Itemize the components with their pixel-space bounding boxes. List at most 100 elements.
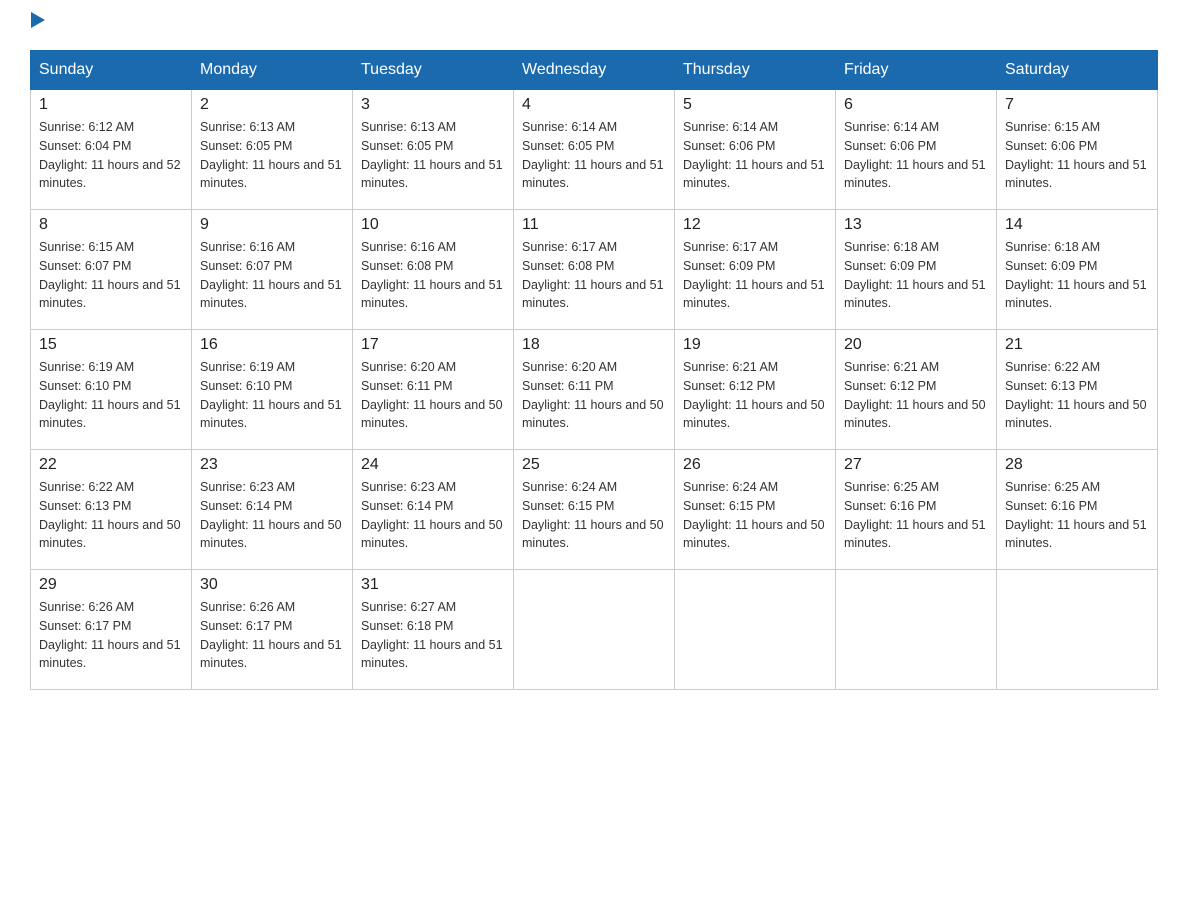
sunrise-text: Sunrise: 6:14 AM bbox=[683, 120, 778, 134]
sunrise-text: Sunrise: 6:21 AM bbox=[844, 360, 939, 374]
day-info: Sunrise: 6:19 AM Sunset: 6:10 PM Dayligh… bbox=[39, 358, 183, 433]
daylight-text: Daylight: 11 hours and 51 minutes. bbox=[1005, 158, 1147, 191]
day-info: Sunrise: 6:18 AM Sunset: 6:09 PM Dayligh… bbox=[844, 238, 988, 313]
sunset-text: Sunset: 6:04 PM bbox=[39, 139, 131, 153]
sunset-text: Sunset: 6:11 PM bbox=[522, 379, 614, 393]
daylight-text: Daylight: 11 hours and 51 minutes. bbox=[844, 518, 986, 551]
column-header-saturday: Saturday bbox=[997, 51, 1158, 90]
sunrise-text: Sunrise: 6:15 AM bbox=[1005, 120, 1100, 134]
day-info: Sunrise: 6:16 AM Sunset: 6:08 PM Dayligh… bbox=[361, 238, 505, 313]
day-number: 27 bbox=[844, 456, 988, 474]
calendar-day-cell: 19 Sunrise: 6:21 AM Sunset: 6:12 PM Dayl… bbox=[675, 330, 836, 450]
daylight-text: Daylight: 11 hours and 51 minutes. bbox=[522, 278, 664, 311]
day-info: Sunrise: 6:23 AM Sunset: 6:14 PM Dayligh… bbox=[361, 478, 505, 553]
daylight-text: Daylight: 11 hours and 50 minutes. bbox=[683, 518, 825, 551]
day-info: Sunrise: 6:19 AM Sunset: 6:10 PM Dayligh… bbox=[200, 358, 344, 433]
day-info: Sunrise: 6:27 AM Sunset: 6:18 PM Dayligh… bbox=[361, 598, 505, 673]
sunrise-text: Sunrise: 6:17 AM bbox=[683, 240, 778, 254]
calendar-day-cell: 10 Sunrise: 6:16 AM Sunset: 6:08 PM Dayl… bbox=[353, 210, 514, 330]
day-number: 13 bbox=[844, 216, 988, 234]
daylight-text: Daylight: 11 hours and 51 minutes. bbox=[39, 398, 181, 431]
day-number: 26 bbox=[683, 456, 827, 474]
calendar-day-cell: 23 Sunrise: 6:23 AM Sunset: 6:14 PM Dayl… bbox=[192, 450, 353, 570]
calendar-day-cell: 25 Sunrise: 6:24 AM Sunset: 6:15 PM Dayl… bbox=[514, 450, 675, 570]
day-info: Sunrise: 6:13 AM Sunset: 6:05 PM Dayligh… bbox=[361, 118, 505, 193]
calendar-day-cell: 24 Sunrise: 6:23 AM Sunset: 6:14 PM Dayl… bbox=[353, 450, 514, 570]
sunrise-text: Sunrise: 6:13 AM bbox=[200, 120, 295, 134]
day-info: Sunrise: 6:25 AM Sunset: 6:16 PM Dayligh… bbox=[1005, 478, 1149, 553]
day-info: Sunrise: 6:25 AM Sunset: 6:16 PM Dayligh… bbox=[844, 478, 988, 553]
calendar-week-row: 29 Sunrise: 6:26 AM Sunset: 6:17 PM Dayl… bbox=[31, 570, 1158, 690]
day-number: 29 bbox=[39, 576, 183, 594]
day-info: Sunrise: 6:23 AM Sunset: 6:14 PM Dayligh… bbox=[200, 478, 344, 553]
day-info: Sunrise: 6:17 AM Sunset: 6:09 PM Dayligh… bbox=[683, 238, 827, 313]
day-number: 10 bbox=[361, 216, 505, 234]
daylight-text: Daylight: 11 hours and 51 minutes. bbox=[39, 278, 181, 311]
day-info: Sunrise: 6:13 AM Sunset: 6:05 PM Dayligh… bbox=[200, 118, 344, 193]
sunset-text: Sunset: 6:05 PM bbox=[522, 139, 614, 153]
day-number: 20 bbox=[844, 336, 988, 354]
daylight-text: Daylight: 11 hours and 51 minutes. bbox=[200, 638, 342, 671]
day-number: 2 bbox=[200, 96, 344, 114]
calendar-table: SundayMondayTuesdayWednesdayThursdayFrid… bbox=[30, 50, 1158, 690]
day-info: Sunrise: 6:21 AM Sunset: 6:12 PM Dayligh… bbox=[844, 358, 988, 433]
day-number: 14 bbox=[1005, 216, 1149, 234]
sunrise-text: Sunrise: 6:21 AM bbox=[683, 360, 778, 374]
daylight-text: Daylight: 11 hours and 51 minutes. bbox=[361, 278, 503, 311]
sunset-text: Sunset: 6:09 PM bbox=[683, 259, 775, 273]
calendar-day-cell: 14 Sunrise: 6:18 AM Sunset: 6:09 PM Dayl… bbox=[997, 210, 1158, 330]
column-header-tuesday: Tuesday bbox=[353, 51, 514, 90]
calendar-day-cell bbox=[514, 570, 675, 690]
sunrise-text: Sunrise: 6:18 AM bbox=[1005, 240, 1100, 254]
sunset-text: Sunset: 6:09 PM bbox=[844, 259, 936, 273]
calendar-day-cell: 29 Sunrise: 6:26 AM Sunset: 6:17 PM Dayl… bbox=[31, 570, 192, 690]
sunset-text: Sunset: 6:07 PM bbox=[200, 259, 292, 273]
day-info: Sunrise: 6:20 AM Sunset: 6:11 PM Dayligh… bbox=[522, 358, 666, 433]
day-info: Sunrise: 6:26 AM Sunset: 6:17 PM Dayligh… bbox=[200, 598, 344, 673]
daylight-text: Daylight: 11 hours and 50 minutes. bbox=[844, 398, 986, 431]
calendar-day-cell: 30 Sunrise: 6:26 AM Sunset: 6:17 PM Dayl… bbox=[192, 570, 353, 690]
day-number: 22 bbox=[39, 456, 183, 474]
day-number: 30 bbox=[200, 576, 344, 594]
sunrise-text: Sunrise: 6:15 AM bbox=[39, 240, 134, 254]
day-number: 31 bbox=[361, 576, 505, 594]
sunrise-text: Sunrise: 6:22 AM bbox=[1005, 360, 1100, 374]
daylight-text: Daylight: 11 hours and 52 minutes. bbox=[39, 158, 181, 191]
sunset-text: Sunset: 6:17 PM bbox=[200, 619, 292, 633]
daylight-text: Daylight: 11 hours and 51 minutes. bbox=[39, 638, 181, 671]
daylight-text: Daylight: 11 hours and 51 minutes. bbox=[200, 158, 342, 191]
sunset-text: Sunset: 6:17 PM bbox=[39, 619, 131, 633]
sunset-text: Sunset: 6:10 PM bbox=[39, 379, 131, 393]
day-info: Sunrise: 6:22 AM Sunset: 6:13 PM Dayligh… bbox=[1005, 358, 1149, 433]
calendar-day-cell: 26 Sunrise: 6:24 AM Sunset: 6:15 PM Dayl… bbox=[675, 450, 836, 570]
sunrise-text: Sunrise: 6:17 AM bbox=[522, 240, 617, 254]
daylight-text: Daylight: 11 hours and 50 minutes. bbox=[361, 518, 503, 551]
day-number: 1 bbox=[39, 96, 183, 114]
calendar-day-cell bbox=[675, 570, 836, 690]
sunrise-text: Sunrise: 6:26 AM bbox=[39, 600, 134, 614]
calendar-day-cell: 5 Sunrise: 6:14 AM Sunset: 6:06 PM Dayli… bbox=[675, 90, 836, 210]
sunset-text: Sunset: 6:14 PM bbox=[200, 499, 292, 513]
calendar-day-cell: 16 Sunrise: 6:19 AM Sunset: 6:10 PM Dayl… bbox=[192, 330, 353, 450]
day-info: Sunrise: 6:14 AM Sunset: 6:06 PM Dayligh… bbox=[683, 118, 827, 193]
sunset-text: Sunset: 6:15 PM bbox=[522, 499, 614, 513]
calendar-day-cell: 2 Sunrise: 6:13 AM Sunset: 6:05 PM Dayli… bbox=[192, 90, 353, 210]
calendar-day-cell: 3 Sunrise: 6:13 AM Sunset: 6:05 PM Dayli… bbox=[353, 90, 514, 210]
day-number: 17 bbox=[361, 336, 505, 354]
sunset-text: Sunset: 6:14 PM bbox=[361, 499, 453, 513]
calendar-day-cell: 27 Sunrise: 6:25 AM Sunset: 6:16 PM Dayl… bbox=[836, 450, 997, 570]
daylight-text: Daylight: 11 hours and 51 minutes. bbox=[1005, 518, 1147, 551]
sunrise-text: Sunrise: 6:23 AM bbox=[200, 480, 295, 494]
column-header-thursday: Thursday bbox=[675, 51, 836, 90]
daylight-text: Daylight: 11 hours and 50 minutes. bbox=[522, 398, 664, 431]
sunrise-text: Sunrise: 6:20 AM bbox=[522, 360, 617, 374]
sunrise-text: Sunrise: 6:16 AM bbox=[200, 240, 295, 254]
calendar-day-cell: 12 Sunrise: 6:17 AM Sunset: 6:09 PM Dayl… bbox=[675, 210, 836, 330]
calendar-day-cell: 22 Sunrise: 6:22 AM Sunset: 6:13 PM Dayl… bbox=[31, 450, 192, 570]
logo-arrow-icon bbox=[31, 12, 45, 28]
sunrise-text: Sunrise: 6:26 AM bbox=[200, 600, 295, 614]
day-number: 24 bbox=[361, 456, 505, 474]
day-info: Sunrise: 6:24 AM Sunset: 6:15 PM Dayligh… bbox=[522, 478, 666, 553]
calendar-day-cell: 20 Sunrise: 6:21 AM Sunset: 6:12 PM Dayl… bbox=[836, 330, 997, 450]
day-info: Sunrise: 6:14 AM Sunset: 6:05 PM Dayligh… bbox=[522, 118, 666, 193]
